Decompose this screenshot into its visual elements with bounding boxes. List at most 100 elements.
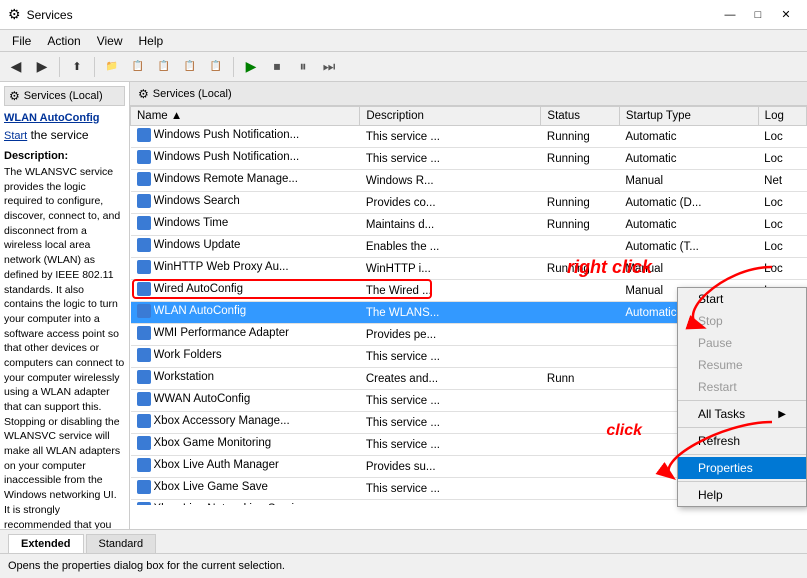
cell-desc: This service ...	[360, 390, 541, 412]
table-row[interactable]: Windows Push Notification... This servic…	[131, 126, 807, 148]
cell-status: Running	[541, 258, 619, 280]
table-row[interactable]: Windows Remote Manage... Windows R...Man…	[131, 170, 807, 192]
cell-desc: This service ...	[360, 500, 541, 506]
col-name[interactable]: Name ▲	[131, 107, 360, 126]
cell-desc: WinHTTP i...	[360, 258, 541, 280]
table-row[interactable]: Windows Search Provides co...RunningAuto…	[131, 192, 807, 214]
context-menu-item-all-tasks[interactable]: All Tasks▶	[678, 403, 806, 425]
cell-status: Running	[541, 126, 619, 148]
up-button[interactable]: ⬆	[65, 55, 89, 79]
cell-startup: Automatic (T...	[619, 236, 758, 258]
sidebar-service-name[interactable]: WLAN AutoConfig	[4, 112, 125, 124]
cell-desc: Provides pe...	[360, 324, 541, 346]
cell-desc: Windows R...	[360, 170, 541, 192]
cell-status	[541, 478, 619, 500]
help-btn[interactable]: 📋	[204, 55, 228, 79]
cell-startup: Automatic	[619, 148, 758, 170]
menu-view[interactable]: View	[89, 32, 131, 50]
menu-bar: File Action View Help	[0, 30, 807, 52]
sidebar-desc-text: The WLANSVC service provides the logic r…	[4, 165, 125, 529]
table-row[interactable]: Windows Push Notification... This servic…	[131, 148, 807, 170]
toolbar-separator-2	[94, 57, 95, 77]
menu-file[interactable]: File	[4, 32, 39, 50]
cell-status	[541, 170, 619, 192]
title-bar: ⚙ Services — □ ✕	[0, 0, 807, 30]
cell-desc: Creates and...	[360, 368, 541, 390]
cell-status: Running	[541, 192, 619, 214]
sidebar-desc-title: Description:	[4, 150, 125, 162]
cell-status	[541, 302, 619, 324]
toolbar-separator-1	[59, 57, 60, 77]
menu-action[interactable]: Action	[39, 32, 88, 50]
context-menu-item-start[interactable]: Start	[678, 288, 806, 310]
col-log[interactable]: Log	[758, 107, 806, 126]
cell-name: Xbox Live Networking Service	[131, 500, 360, 506]
toolbar-separator-3	[233, 57, 234, 77]
col-status[interactable]: Status	[541, 107, 619, 126]
maximize-button[interactable]: □	[745, 5, 771, 25]
window-controls: — □ ✕	[717, 5, 799, 25]
start-suffix: the service	[27, 128, 88, 142]
context-menu-item-resume: Resume	[678, 354, 806, 376]
cell-name: Xbox Live Game Save	[131, 478, 360, 500]
cell-name: Windows Time	[131, 214, 360, 236]
show-console-tree[interactable]: 📁	[100, 55, 124, 79]
context-menu-item-help[interactable]: Help	[678, 484, 806, 506]
sidebar-icon: ⚙	[9, 89, 20, 103]
back-button[interactable]: ◀	[4, 55, 28, 79]
cell-name: Windows Push Notification...	[131, 126, 360, 148]
show-hide-action[interactable]: 📋	[152, 55, 176, 79]
up-one-level[interactable]: 📋	[126, 55, 150, 79]
cell-log: Loc	[758, 214, 806, 236]
cell-desc: Maintains d...	[360, 214, 541, 236]
cell-log: Loc	[758, 258, 806, 280]
cell-name: WLAN AutoConfig	[131, 302, 360, 324]
cell-desc: This service ...	[360, 478, 541, 500]
sidebar-actions: Start the service	[4, 128, 125, 142]
close-button[interactable]: ✕	[773, 5, 799, 25]
cell-name: Work Folders	[131, 346, 360, 368]
context-menu-separator	[678, 481, 806, 482]
context-menu-item-refresh[interactable]: Refresh	[678, 430, 806, 452]
cell-status	[541, 500, 619, 506]
cell-status: Running	[541, 214, 619, 236]
menu-help[interactable]: Help	[131, 32, 172, 50]
col-startup[interactable]: Startup Type	[619, 107, 758, 126]
content-title: Services (Local)	[153, 88, 232, 100]
properties[interactable]: 📋	[178, 55, 202, 79]
status-bar: Opens the properties dialog box for the …	[0, 553, 807, 578]
cell-log: Loc	[758, 236, 806, 258]
forward-button[interactable]: ▶	[30, 55, 54, 79]
cell-log: Loc	[758, 192, 806, 214]
table-row[interactable]: Windows Time Maintains d...RunningAutoma…	[131, 214, 807, 236]
context-menu-separator	[678, 400, 806, 401]
cell-status	[541, 236, 619, 258]
stop-service[interactable]: ⏹	[265, 55, 289, 79]
table-row[interactable]: Windows Update Enables the ...Automatic …	[131, 236, 807, 258]
start-service-link[interactable]: Start	[4, 130, 27, 142]
context-menu-item-properties[interactable]: Properties	[678, 457, 806, 479]
toolbar: ◀ ▶ ⬆ 📁 📋 📋 📋 📋 ▶ ⏹ ⏸ ⏭	[0, 52, 807, 82]
cell-name: Windows Search	[131, 192, 360, 214]
app-icon: ⚙	[8, 6, 21, 23]
cell-name: Xbox Accessory Manage...	[131, 412, 360, 434]
context-menu-separator	[678, 454, 806, 455]
cell-desc: The WLANS...	[360, 302, 541, 324]
tab-standard[interactable]: Standard	[86, 534, 157, 553]
tab-extended[interactable]: Extended	[8, 534, 84, 553]
col-description[interactable]: Description	[360, 107, 541, 126]
cell-status	[541, 390, 619, 412]
restart-service[interactable]: ⏭	[317, 55, 341, 79]
table-header-row: Name ▲ Description Status Startup Type L…	[131, 107, 807, 126]
start-service[interactable]: ▶	[239, 55, 263, 79]
cell-name: Windows Push Notification...	[131, 148, 360, 170]
content-icon: ⚙	[138, 87, 149, 101]
pause-service[interactable]: ⏸	[291, 55, 315, 79]
minimize-button[interactable]: —	[717, 5, 743, 25]
cell-desc: This service ...	[360, 148, 541, 170]
cell-name: Windows Update	[131, 236, 360, 258]
cell-startup: Manual	[619, 258, 758, 280]
status-text: Opens the properties dialog box for the …	[8, 560, 285, 572]
cell-desc: The Wired ...	[360, 280, 541, 302]
table-row[interactable]: WinHTTP Web Proxy Au... WinHTTP i...Runn…	[131, 258, 807, 280]
